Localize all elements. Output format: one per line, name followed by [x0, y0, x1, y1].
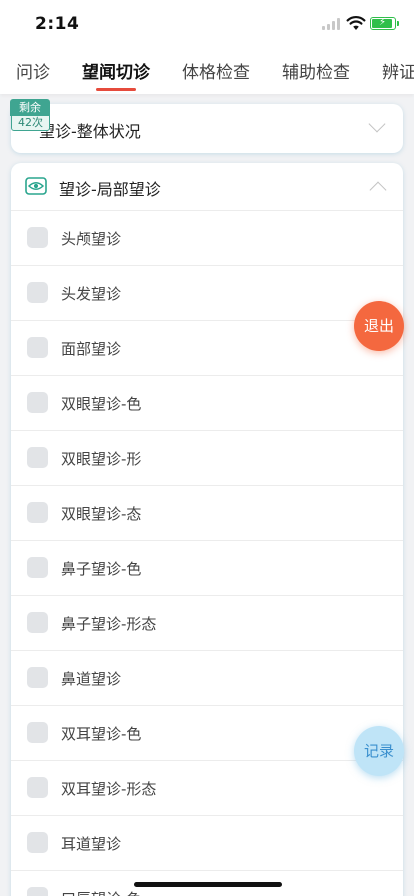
item-label: 鼻子望诊-形态: [61, 615, 157, 633]
checkbox[interactable]: [27, 777, 48, 798]
section-title: 望诊-整体状况: [39, 122, 141, 141]
status-bar: 2:14 ⚡: [0, 0, 414, 48]
exit-button[interactable]: 退出: [354, 301, 404, 351]
list-item[interactable]: 鼻子望诊-形态: [11, 596, 403, 651]
tab-inspection-listening-palpation[interactable]: 望闻切诊: [82, 58, 150, 83]
list-item[interactable]: 鼻子望诊-色: [11, 541, 403, 596]
section-header[interactable]: 望诊-局部望诊: [11, 163, 403, 211]
checkbox[interactable]: [27, 447, 48, 468]
eye-icon: [25, 177, 47, 195]
chevron-down-icon[interactable]: [368, 115, 386, 133]
section-overall-condition[interactable]: 望诊-整体状况: [11, 104, 403, 153]
list-item[interactable]: 双耳望诊-色: [11, 706, 403, 761]
item-label: 双耳望诊-形态: [61, 780, 157, 798]
wifi-icon: [346, 16, 366, 30]
checkbox[interactable]: [27, 337, 48, 358]
list-item[interactable]: 鼻道望诊: [11, 651, 403, 706]
list-item[interactable]: 耳道望诊: [11, 816, 403, 871]
remaining-count: 42次: [11, 115, 50, 131]
item-label: 鼻子望诊-色: [61, 560, 142, 578]
item-label: 耳道望诊: [61, 835, 122, 853]
item-label: 头颅望诊: [61, 230, 122, 248]
item-label: 双眼望诊-形: [61, 450, 142, 468]
checkbox[interactable]: [27, 282, 48, 303]
item-label: 口唇望诊-色: [61, 888, 141, 896]
status-time: 2:14: [35, 14, 80, 34]
list-item[interactable]: 双耳望诊-形态: [11, 761, 403, 816]
battery-icon: ⚡: [370, 17, 399, 30]
checkbox[interactable]: [27, 557, 48, 578]
home-indicator: [134, 882, 282, 887]
checkbox[interactable]: [27, 722, 48, 743]
item-label: 头发望诊: [61, 285, 122, 303]
checkbox[interactable]: [27, 832, 48, 853]
tab-physical-exam[interactable]: 体格检查: [182, 58, 250, 83]
item-label: 鼻道望诊: [61, 670, 122, 688]
cellular-signal-icon: [322, 18, 342, 30]
tab-syndrome-differentiation[interactable]: 辨证: [382, 58, 414, 83]
checkbox[interactable]: [27, 227, 48, 248]
list-item[interactable]: 头发望诊: [11, 266, 403, 321]
tab-bar: 问诊 望闻切诊 体格检查 辅助检查 辨证: [0, 48, 414, 94]
tab-inquiry[interactable]: 问诊: [16, 58, 50, 83]
list-item[interactable]: 双眼望诊-态: [11, 486, 403, 541]
list-item[interactable]: 双眼望诊-形: [11, 431, 403, 486]
active-tab-indicator: [96, 88, 136, 91]
list-item[interactable]: 面部望诊: [11, 321, 403, 376]
checkbox[interactable]: [27, 392, 48, 413]
checkbox[interactable]: [27, 502, 48, 523]
list-item[interactable]: 头颅望诊: [11, 211, 403, 266]
checkbox[interactable]: [27, 612, 48, 633]
checkbox[interactable]: [27, 667, 48, 688]
tab-auxiliary-exam[interactable]: 辅助检查: [282, 58, 350, 83]
section-title: 望诊-局部望诊: [59, 180, 161, 199]
item-label: 面部望诊: [61, 340, 122, 358]
list-item[interactable]: 双眼望诊-色: [11, 376, 403, 431]
record-button[interactable]: 记录: [354, 726, 404, 776]
section-local-inspection: 望诊-局部望诊 头颅望诊 头发望诊 面部望诊 双眼望诊-色 双眼望诊-形 双眼望…: [11, 163, 403, 896]
item-label: 双耳望诊-色: [61, 725, 142, 743]
remaining-count-badge: 剩余 42次: [10, 99, 51, 132]
item-label: 双眼望诊-色: [61, 395, 142, 413]
checkbox[interactable]: [27, 887, 48, 896]
item-label: 双眼望诊-态: [61, 505, 142, 523]
remaining-label: 剩余: [10, 99, 50, 116]
